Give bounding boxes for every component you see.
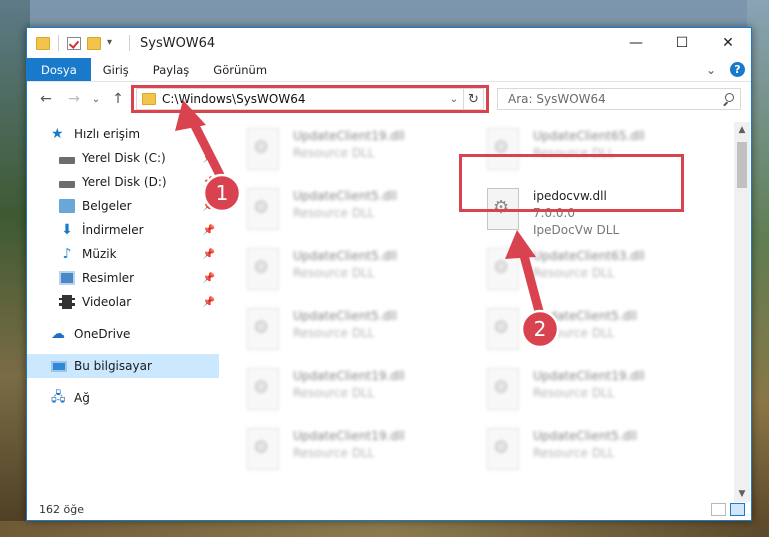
annotation-arrow-1	[175, 100, 230, 190]
annotation-number-2: 2	[534, 317, 547, 341]
annotation-badge-1: 1	[202, 173, 242, 213]
annotation-layer: 1 2	[175, 100, 560, 349]
annotation-badge-2: 2	[520, 309, 560, 349]
annotation-number-1: 1	[216, 181, 229, 205]
annotation-arrow-2	[505, 230, 545, 320]
